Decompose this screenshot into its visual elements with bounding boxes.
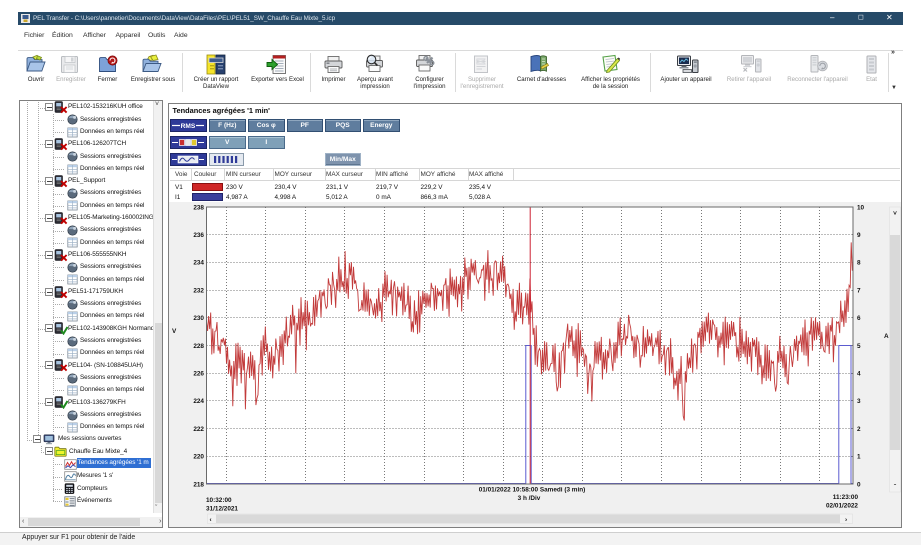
svg-text:2: 2 [857,426,861,433]
svg-text:›: › [845,517,847,524]
svg-text:218: 218 [193,481,204,488]
svg-text:5: 5 [857,343,861,350]
svg-text:˅: ˅ [893,210,897,217]
svg-text:3 h /Div: 3 h /Div [518,495,541,502]
svg-text:A: A [884,333,889,340]
svg-text:02/01/2022: 02/01/2022 [826,503,858,510]
svg-text:220: 220 [193,454,204,461]
svg-text:236: 236 [193,232,204,239]
svg-text:‹: ‹ [210,517,212,524]
svg-text:6: 6 [857,315,861,322]
svg-text:0: 0 [857,481,861,488]
svg-text:11:23:00: 11:23:00 [833,494,859,501]
svg-text:238: 238 [193,204,204,211]
svg-text:230: 230 [193,315,204,322]
svg-text:3: 3 [857,398,861,405]
svg-text:01/01/2022 10:58:00 Samedi (3: 01/01/2022 10:58:00 Samedi (3 min) [479,487,586,494]
svg-text:10: 10 [857,204,865,211]
svg-text:8: 8 [857,260,861,267]
svg-text:222: 222 [193,426,204,433]
svg-text:1: 1 [857,454,861,461]
svg-text:232: 232 [193,287,204,294]
svg-text:226: 226 [193,371,204,378]
svg-text:10:32:00: 10:32:00 [206,497,232,504]
svg-text:228: 228 [193,343,204,350]
svg-text:4: 4 [857,371,861,378]
svg-text:224: 224 [193,398,204,405]
svg-text:31/12/2021: 31/12/2021 [206,506,238,513]
svg-text:234: 234 [193,260,204,267]
svg-text:9: 9 [857,232,861,239]
svg-text:7: 7 [857,287,861,294]
svg-text:RMS: RMS [181,123,196,130]
svg-text:V: V [172,328,177,335]
